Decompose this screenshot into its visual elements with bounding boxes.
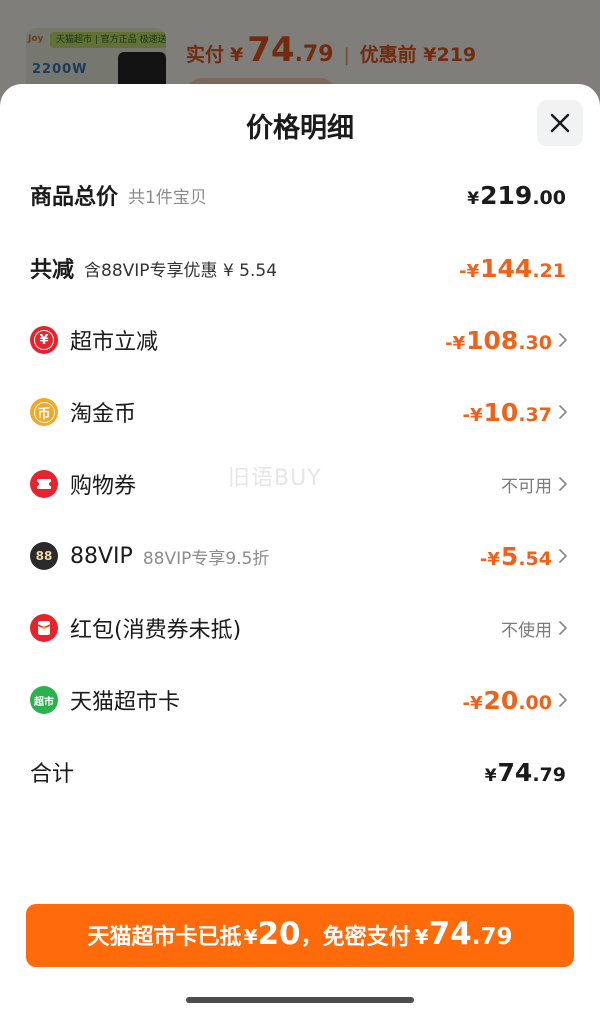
grand-total-label: 合计 <box>30 762 75 787</box>
chevron-right-icon <box>559 621 567 635</box>
yen-coin-icon: ¥ <box>30 326 58 354</box>
taojinbi-sign: -¥ <box>462 404 483 426</box>
grand-total-int: 74 <box>497 757 533 787</box>
grand-total-dec: .79 <box>532 763 566 786</box>
home-indicator[interactable] <box>186 997 414 1003</box>
tmall-card-dec: .00 <box>518 691 552 714</box>
row-supermarket-discount[interactable]: ¥ 超市立减 -¥ 108 .30 <box>0 318 600 362</box>
tmall-card-label: 天猫超市卡 <box>70 690 181 715</box>
vip-discount-amount: -¥ 5 .54 <box>480 542 552 571</box>
supermarket-discount-amount: -¥ 108 .30 <box>445 326 552 355</box>
taojinbi-label: 淘金币 <box>70 402 137 427</box>
chevron-right-icon <box>559 477 567 491</box>
vip-discount-note: 含88VIP专享优惠 ¥ 5.54 <box>84 260 278 281</box>
voucher-status: 不可用 <box>501 476 552 497</box>
watermark: 旧语BUY <box>228 466 322 491</box>
item-count: 共1件宝贝 <box>128 187 207 208</box>
vip-88-glyph: 88 <box>35 549 53 563</box>
vip-int: 5 <box>500 541 519 571</box>
supermarket-int: 108 <box>466 325 519 355</box>
tmall-card-int: 20 <box>483 685 519 715</box>
supermarket-dec: .30 <box>518 331 552 354</box>
pay-button-pay-dec: .79 <box>471 924 513 950</box>
vip-88-icon: 88 <box>30 542 58 570</box>
ticket-icon <box>30 470 58 498</box>
taojinbi-int: 10 <box>483 397 519 427</box>
supermarket-card-icon: 超市 <box>30 686 58 714</box>
red-packet-label: 红包(消费券未抵) <box>70 618 242 643</box>
gold-coin-icon: 币 <box>30 398 58 426</box>
red-packet-icon <box>30 614 58 642</box>
item-total-yen: ¥ <box>467 188 480 209</box>
chevron-right-icon <box>559 693 567 707</box>
vip-sub-label: 88VIP专享9.5折 <box>142 548 270 569</box>
item-total-label: 商品总价 <box>30 185 119 210</box>
pay-button[interactable]: 天猫超市卡已抵 ¥ 20 ，免密支付 ¥ 74 .79 <box>26 904 574 967</box>
total-reduction-dec: .21 <box>532 259 566 282</box>
row-88vip[interactable]: 88 88VIP 88VIP专享9.5折 -¥ 5 .54 <box>0 534 600 578</box>
vip-sign: -¥ <box>479 548 500 570</box>
gold-coin-glyph: 币 <box>33 401 55 423</box>
shopping-voucher-label: 购物券 <box>70 474 137 499</box>
supermarket-card-glyph: 超市 <box>34 696 54 708</box>
item-total-int: 219 <box>480 180 533 210</box>
chevron-right-icon <box>559 405 567 419</box>
pay-button-pay-text: ，免密支付 <box>300 925 411 950</box>
ticket-glyph <box>37 479 51 489</box>
vip-label: 88VIP <box>70 543 133 569</box>
taojinbi-amount: -¥ 10 .37 <box>463 398 552 427</box>
total-reduction-amount: -¥ 144 .21 <box>459 254 566 283</box>
row-taojinbi[interactable]: 币 淘金币 -¥ 10 .37 <box>0 390 600 434</box>
row-item-total: 商品总价 共1件宝贝 ¥ 219 .00 <box>0 173 600 217</box>
pay-button-card-amount: 20 <box>257 916 301 952</box>
close-button[interactable] <box>537 100 583 146</box>
row-tmall-supermarket-card[interactable]: 超市 天猫超市卡 -¥ 20 .00 <box>0 678 600 722</box>
pay-button-card-yen: ¥ <box>243 925 258 949</box>
row-red-packet[interactable]: 红包(消费券未抵) 不使用 <box>0 606 600 650</box>
chevron-right-icon <box>559 549 567 563</box>
red-packet-status: 不使用 <box>501 620 552 641</box>
pay-button-pay-int: 74 <box>428 916 472 952</box>
tmall-card-amount: -¥ 20 .00 <box>463 686 552 715</box>
item-total-amount: ¥ 219 .00 <box>467 181 566 210</box>
item-total-dec: .00 <box>532 186 566 209</box>
yen-coin-glyph: ¥ <box>34 330 54 350</box>
row-grand-total: 合计 ¥ 74 .79 <box>0 750 600 794</box>
grand-total-amount: ¥ 74 .79 <box>485 758 566 787</box>
total-reduction-int: 144 <box>480 253 533 283</box>
close-icon <box>550 113 570 133</box>
chevron-right-icon <box>559 333 567 347</box>
pay-button-card-text: 天猫超市卡已抵 <box>87 925 242 950</box>
row-total-reduction: 共减 含88VIP专享优惠 ¥ 5.54 -¥ 144 .21 <box>0 246 600 290</box>
pay-button-pay-yen: ¥ <box>414 925 429 949</box>
sheet-title: 价格明细 <box>246 113 354 144</box>
red-packet-glyph <box>37 621 51 635</box>
taojinbi-dec: .37 <box>518 403 552 426</box>
supermarket-sign: -¥ <box>445 332 466 354</box>
supermarket-discount-label: 超市立减 <box>70 330 159 355</box>
vip-dec: .54 <box>518 547 552 570</box>
price-detail-sheet: 价格明细 商品总价 共1件宝贝 ¥ 219 .00 共减 含88VIP专享优惠 … <box>0 84 600 1015</box>
tmall-card-sign: -¥ <box>462 692 483 714</box>
total-reduction-sign: -¥ <box>459 260 480 282</box>
grand-total-yen: ¥ <box>484 765 497 786</box>
total-reduction-label: 共减 <box>30 258 75 283</box>
